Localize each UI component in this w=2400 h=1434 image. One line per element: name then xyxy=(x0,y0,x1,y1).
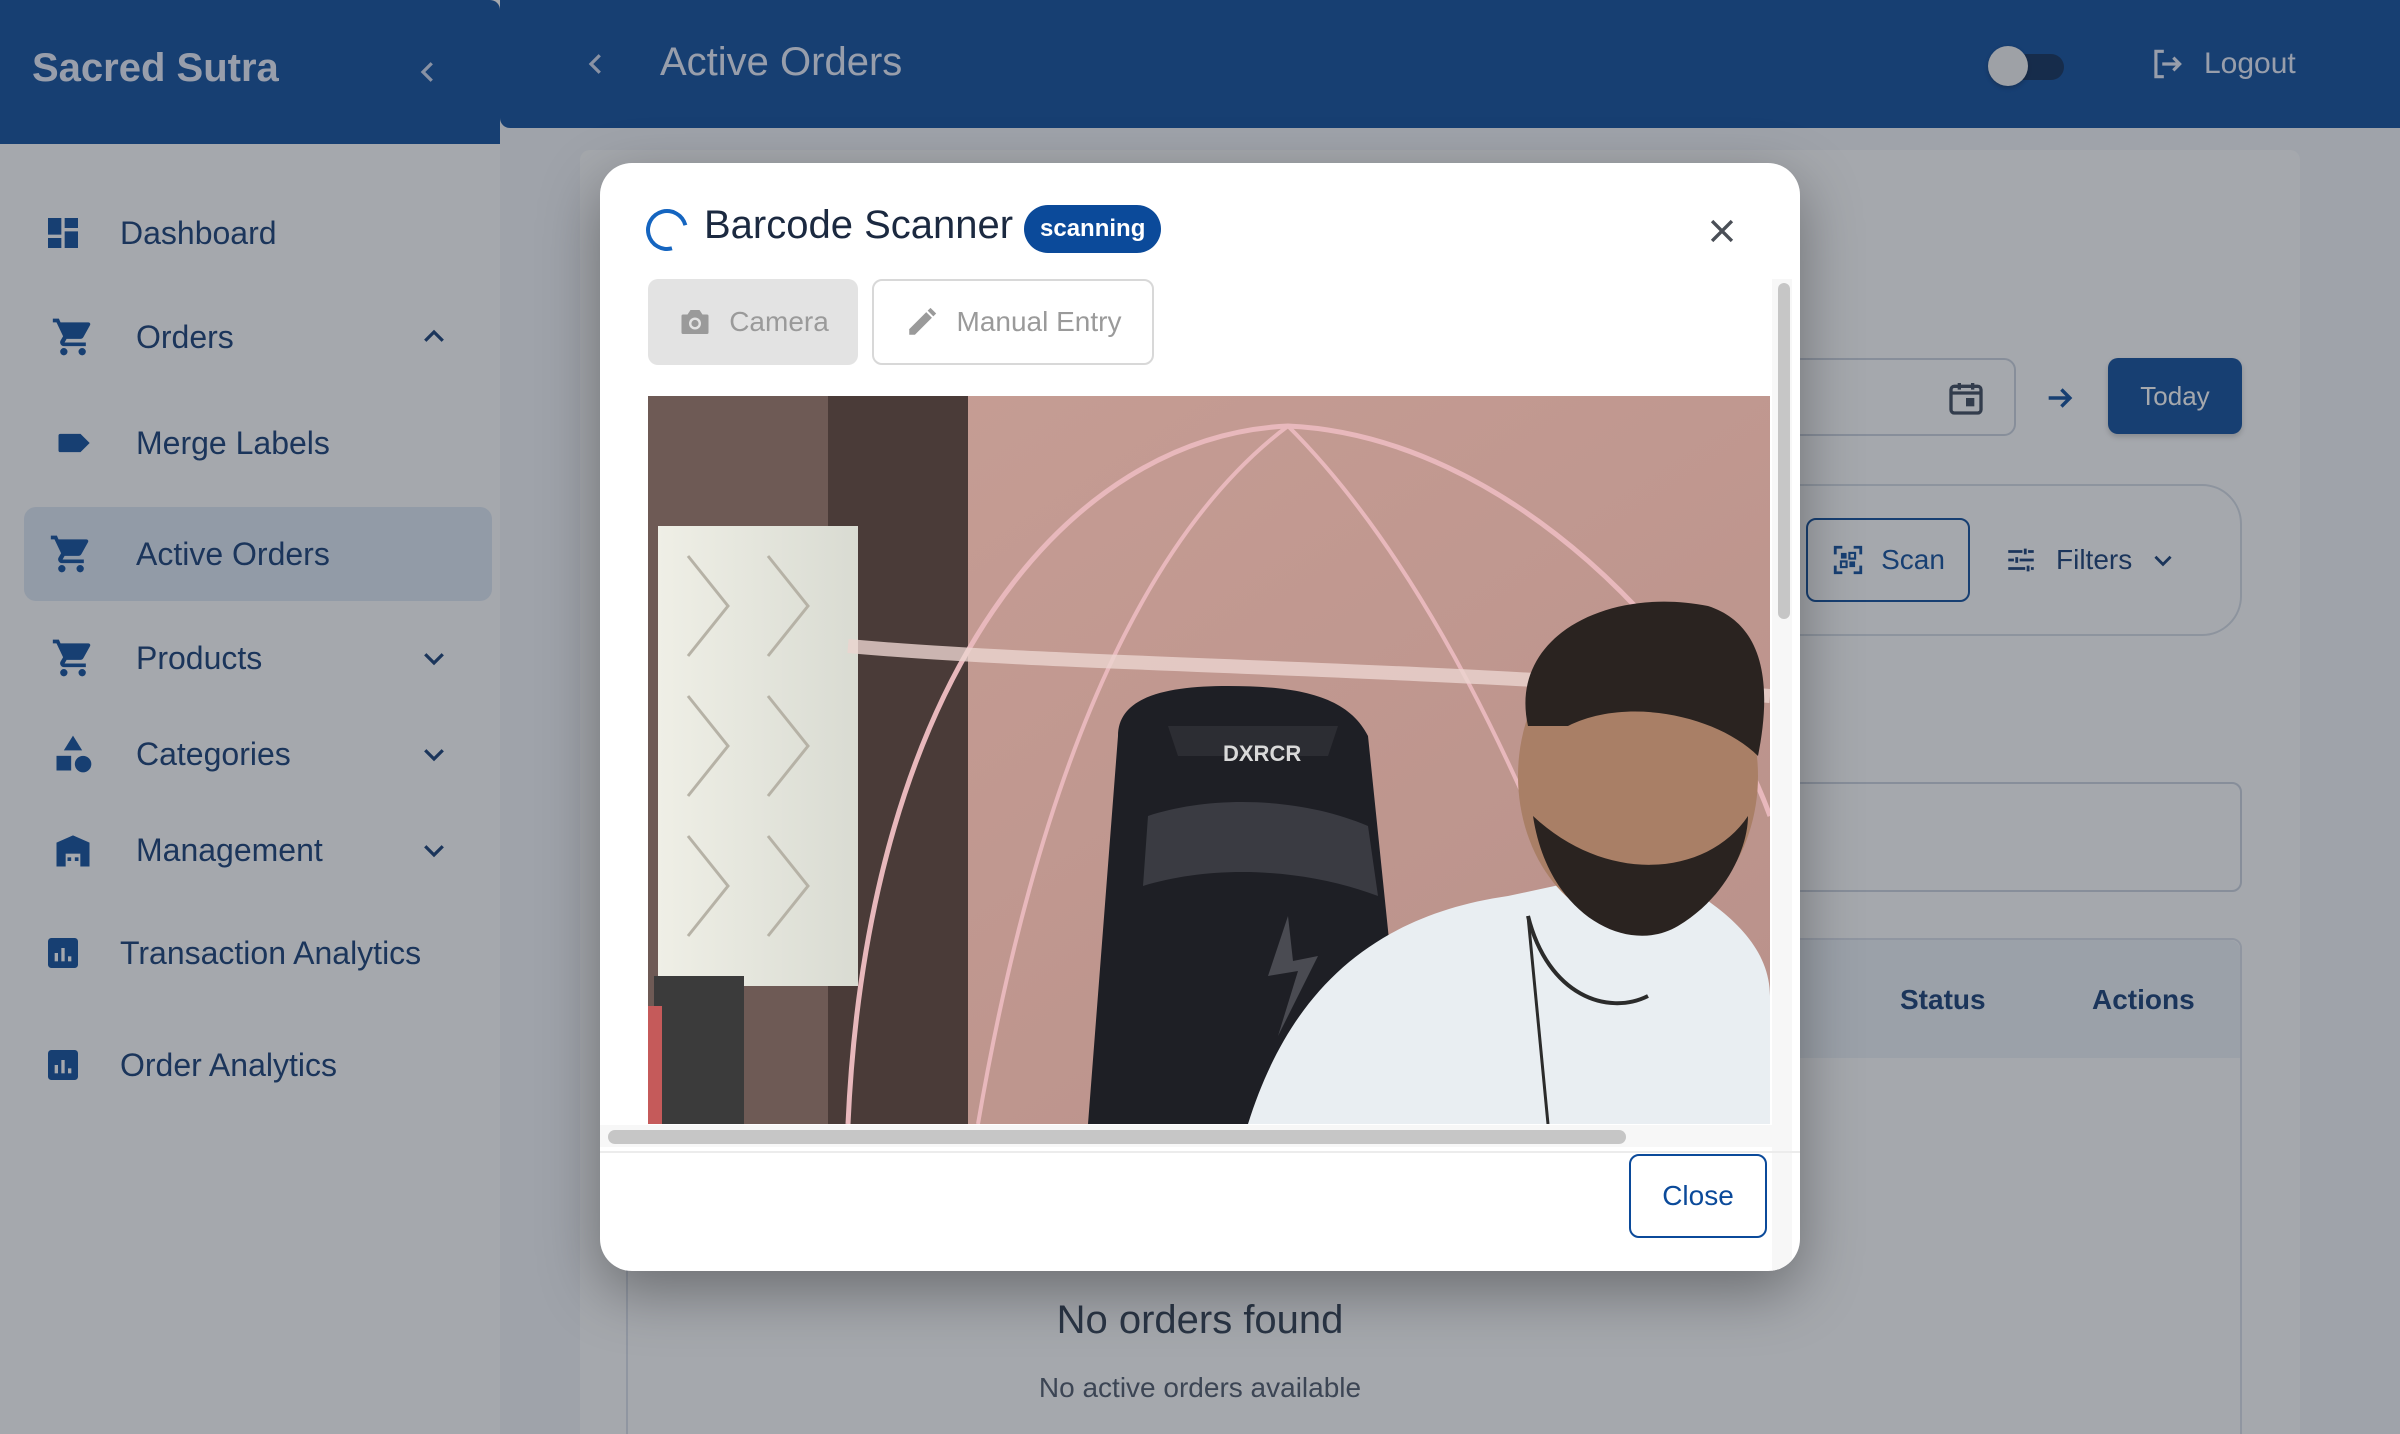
camera-feed: DXRCR xyxy=(648,396,1770,1124)
barcode-scanner-dialog: Barcode Scanner scanning Camera Manual E… xyxy=(600,163,1800,1271)
manual-entry-label: Manual Entry xyxy=(956,306,1122,337)
vertical-scrollbar-thumb[interactable] xyxy=(1778,283,1790,619)
close-icon xyxy=(1710,219,1734,243)
dialog-title: Barcode Scanner xyxy=(704,203,1014,247)
pencil-icon xyxy=(908,307,936,335)
close-dialog-button[interactable] xyxy=(1698,207,1746,255)
svg-text:DXRCR: DXRCR xyxy=(1223,741,1301,766)
dialog-footer-divider xyxy=(600,1151,1800,1153)
close-button[interactable]: Close xyxy=(1629,1154,1767,1238)
camera-mode-button[interactable]: Camera xyxy=(648,279,858,365)
horizontal-scrollbar-thumb[interactable] xyxy=(608,1130,1626,1144)
status-badge: scanning xyxy=(1024,205,1162,253)
loading-spinner-icon xyxy=(638,201,696,259)
manual-entry-button[interactable]: Manual Entry xyxy=(872,279,1154,365)
camera-feed-image: DXRCR xyxy=(648,396,1770,1124)
camera-icon xyxy=(681,310,709,334)
dialog-header: Barcode Scanner scanning xyxy=(600,163,1800,273)
camera-mode-label: Camera xyxy=(729,306,829,337)
